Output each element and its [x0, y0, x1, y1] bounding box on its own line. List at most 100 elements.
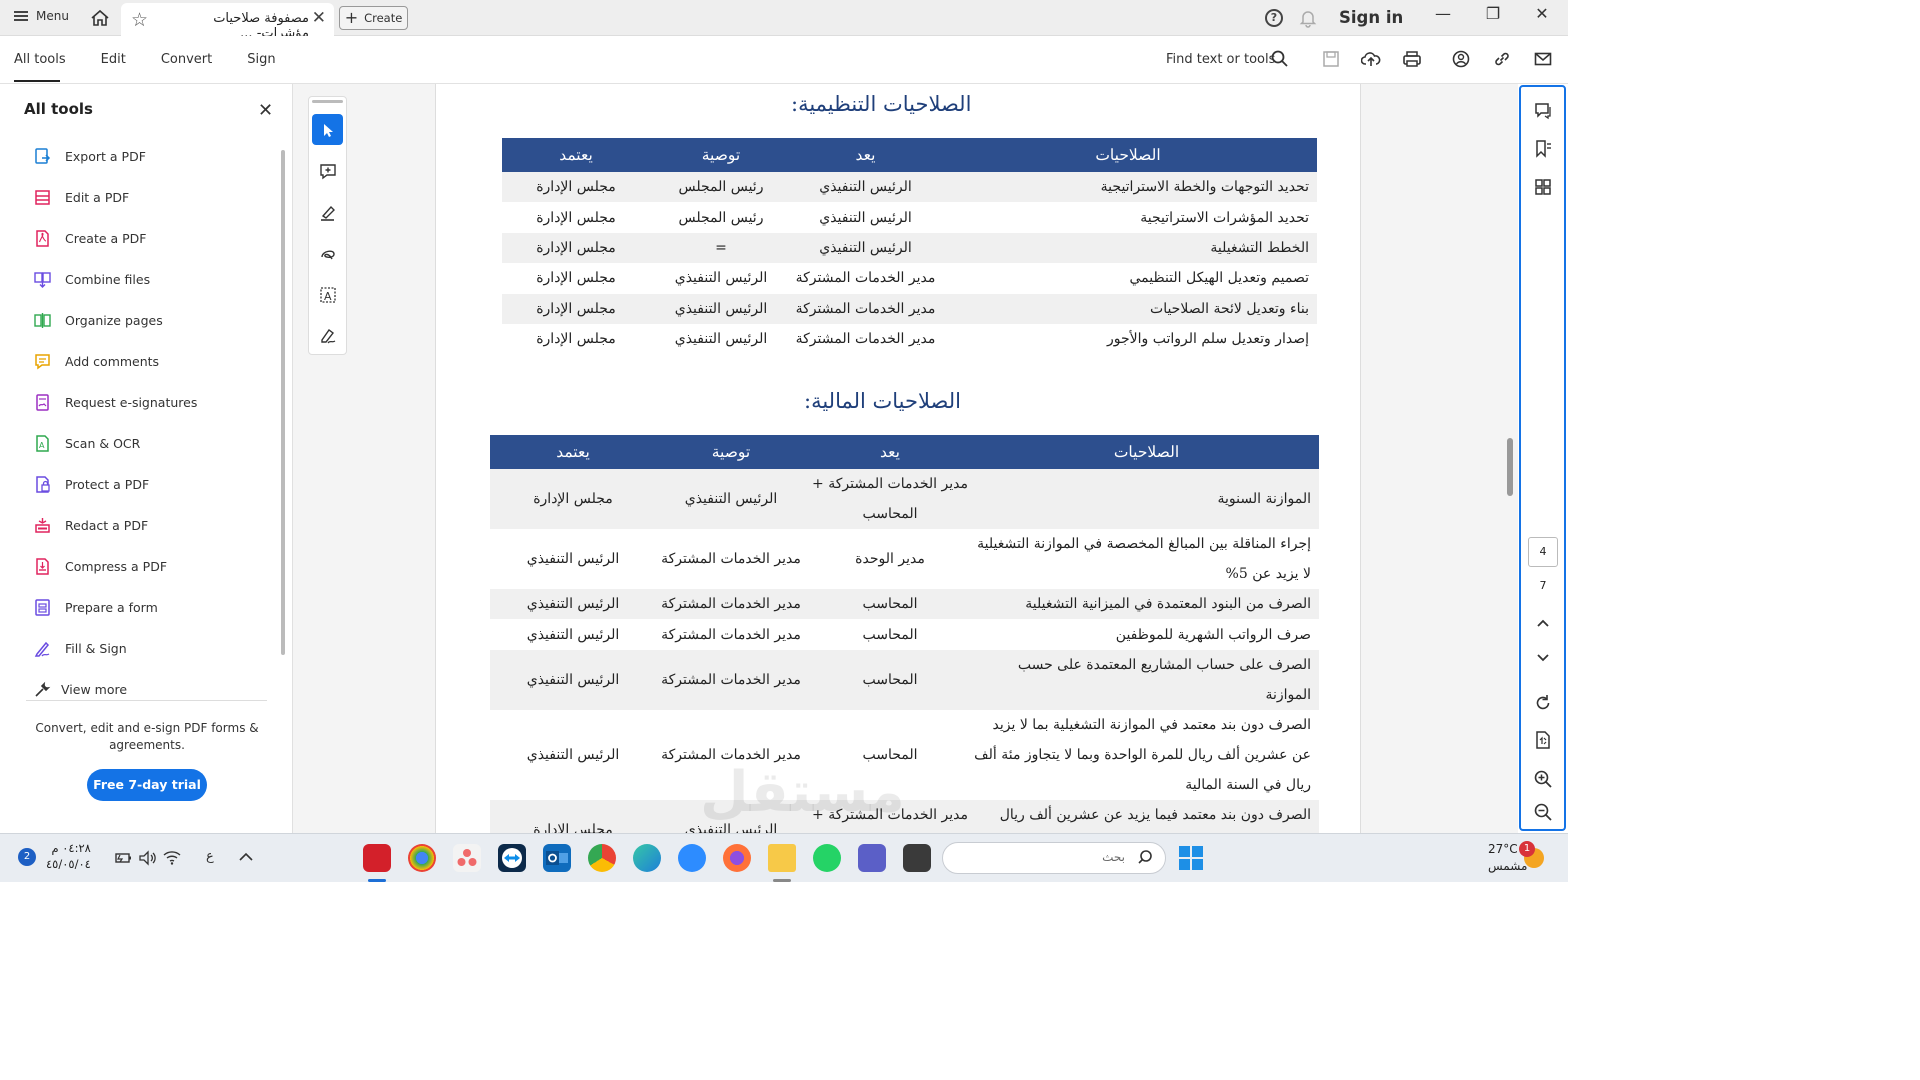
current-page-input[interactable]: 4 [1528, 537, 1558, 567]
comments-panel-icon[interactable] [1533, 101, 1553, 121]
sign-in-button[interactable]: Sign in [1339, 8, 1403, 27]
table-cell: الصرف دون بند معتمد في الموازنة التشغيلي… [974, 709, 1319, 800]
menu-button[interactable]: Menu [14, 9, 69, 23]
input-language[interactable]: ع [206, 849, 214, 864]
create-button[interactable]: + Create [339, 6, 408, 30]
tab-edit[interactable]: Edit [101, 52, 126, 67]
battery-icon[interactable] [113, 850, 133, 866]
document-viewer[interactable]: الصلاحيات التنظيمية: الصلاحيات يعد توصية… [435, 84, 1361, 833]
notification-badge[interactable]: 2 [18, 848, 36, 866]
panel-scrollbar[interactable] [281, 150, 285, 655]
tool-request-esignatures[interactable]: Request e-signatures [34, 394, 197, 411]
close-tab-icon[interactable]: ✕ [312, 8, 326, 28]
save-icon[interactable] [1321, 49, 1341, 69]
page-thumbnails-icon[interactable] [1533, 177, 1553, 197]
whatsapp-app-icon[interactable] [813, 844, 841, 872]
document-tab[interactable]: ☆ مصفوفة صلاحيات مؤشرات- ... ✕ [121, 3, 334, 41]
close-panel-icon[interactable]: ✕ [258, 100, 273, 121]
restore-icon[interactable]: ❐ [1481, 4, 1505, 23]
file-explorer-app-icon[interactable] [768, 844, 796, 872]
drag-handle[interactable] [312, 100, 343, 103]
table-cell: الرئيس التنفيذي [490, 649, 656, 710]
title-bar: Menu ☆ مصفوفة صلاحيات مؤشرات- ... ✕ + Cr… [0, 0, 1568, 41]
link-icon[interactable] [1492, 49, 1512, 69]
rotate-icon[interactable] [1533, 693, 1553, 713]
tool-label: Combine files [65, 272, 151, 287]
share-user-icon[interactable] [1451, 49, 1471, 69]
table-row: إصدار وتعديل سلم الرواتب والأجور مدير الخ… [502, 323, 1317, 355]
outlook-app-icon[interactable] [543, 844, 571, 872]
tool-organize-pages[interactable]: Organize pages [34, 312, 163, 329]
email-icon[interactable] [1533, 49, 1553, 69]
firefox-app-icon[interactable] [723, 844, 751, 872]
help-icon[interactable]: ? [1265, 9, 1283, 27]
tab-convert[interactable]: Convert [161, 52, 212, 67]
bell-icon[interactable] [1298, 8, 1318, 28]
tool-redact-pdf[interactable]: Redact a PDF [34, 517, 148, 534]
request-esign-icon [36, 394, 49, 411]
tool-create-pdf[interactable]: Create a PDF [34, 230, 147, 247]
wifi-icon[interactable] [162, 848, 182, 866]
close-window-icon[interactable]: ✕ [1530, 4, 1554, 23]
tool-compress-pdf[interactable]: Compress a PDF [34, 558, 167, 575]
tab-sign[interactable]: Sign [247, 52, 275, 67]
tool-add-comments[interactable]: Add comments [34, 353, 159, 370]
tool-export-pdf[interactable]: Export a PDF [34, 148, 146, 165]
minimize-icon[interactable]: — [1431, 4, 1455, 23]
zoom-app-icon[interactable] [678, 844, 706, 872]
table-header: يعد [792, 138, 939, 172]
chrome-app-icon[interactable] [588, 844, 616, 872]
document-scrollbar[interactable] [1507, 438, 1513, 496]
windows-start-icon[interactable] [1179, 846, 1203, 870]
teams-app-icon[interactable] [858, 844, 886, 872]
table-cell: مدير الخدمات المشتركة [656, 619, 806, 650]
edge-app-icon[interactable] [633, 844, 661, 872]
tool-label: Fill & Sign [65, 641, 127, 656]
draw-tool-button[interactable] [312, 238, 343, 269]
tool-view-more[interactable]: View more [34, 681, 127, 698]
print-icon[interactable] [1402, 49, 1422, 69]
asana-app-icon[interactable] [453, 844, 481, 872]
find-text-label[interactable]: Find text or tools [1166, 52, 1275, 67]
tool-label: Organize pages [65, 313, 163, 328]
tool-scan-ocr[interactable]: A Scan & OCR [34, 435, 140, 452]
svg-text:A: A [324, 290, 332, 303]
tool-edit-pdf[interactable]: Edit a PDF [34, 189, 129, 206]
select-tool-button[interactable] [312, 114, 343, 145]
chevron-up-tray-icon[interactable] [237, 850, 255, 864]
home-icon[interactable] [89, 8, 111, 28]
section-heading-financial: الصلاحيات المالية: [804, 389, 961, 413]
teamviewer-app-icon[interactable] [498, 844, 526, 872]
add-comment-tool-button[interactable] [312, 156, 343, 187]
highlight-tool-button[interactable] [312, 197, 343, 228]
search-icon[interactable] [1270, 49, 1290, 69]
chevron-down-icon[interactable] [1533, 647, 1553, 667]
sign-tool-button[interactable] [312, 320, 343, 351]
bookmark-panel-icon[interactable] [1533, 139, 1553, 159]
active-app-indicator [368, 879, 386, 882]
clock[interactable]: ٠٤:٢٨ م ٤٥/٠٥/٠٤ [46, 840, 91, 872]
taskbar-search[interactable]: بحث [942, 842, 1166, 874]
tool-fill-sign[interactable]: Fill & Sign [34, 640, 127, 657]
tool-prepare-form[interactable]: Prepare a form [34, 599, 158, 616]
acrobat-app-icon[interactable] [363, 844, 391, 872]
text-box-tool-button[interactable]: A [312, 279, 343, 310]
chevron-up-icon[interactable] [1533, 613, 1553, 633]
volume-icon[interactable] [138, 849, 158, 867]
table-cell: الصرف على حساب المشاريع المعتمدة على حسب… [974, 649, 1319, 710]
create-label: Create [364, 11, 403, 25]
fit-page-icon[interactable] [1533, 730, 1553, 750]
tool-combine-files[interactable]: Combine files [34, 271, 150, 288]
redact-pdf-icon [35, 518, 50, 533]
window-app-icon[interactable] [903, 844, 931, 872]
zoom-in-icon[interactable] [1533, 769, 1553, 789]
table-cell: الرئيس التنفيذي [490, 589, 656, 620]
free-trial-button[interactable]: Free 7-day trial [87, 769, 207, 801]
tab-all-tools[interactable]: All tools [14, 52, 66, 82]
upload-cloud-icon[interactable] [1361, 49, 1381, 69]
star-icon[interactable]: ☆ [131, 9, 148, 31]
zoom-out-icon[interactable] [1533, 802, 1553, 822]
chrome-profile-app-icon[interactable] [408, 844, 436, 872]
table-cell: مجلس الإدارة [502, 232, 650, 264]
tool-protect-pdf[interactable]: Protect a PDF [34, 476, 149, 493]
